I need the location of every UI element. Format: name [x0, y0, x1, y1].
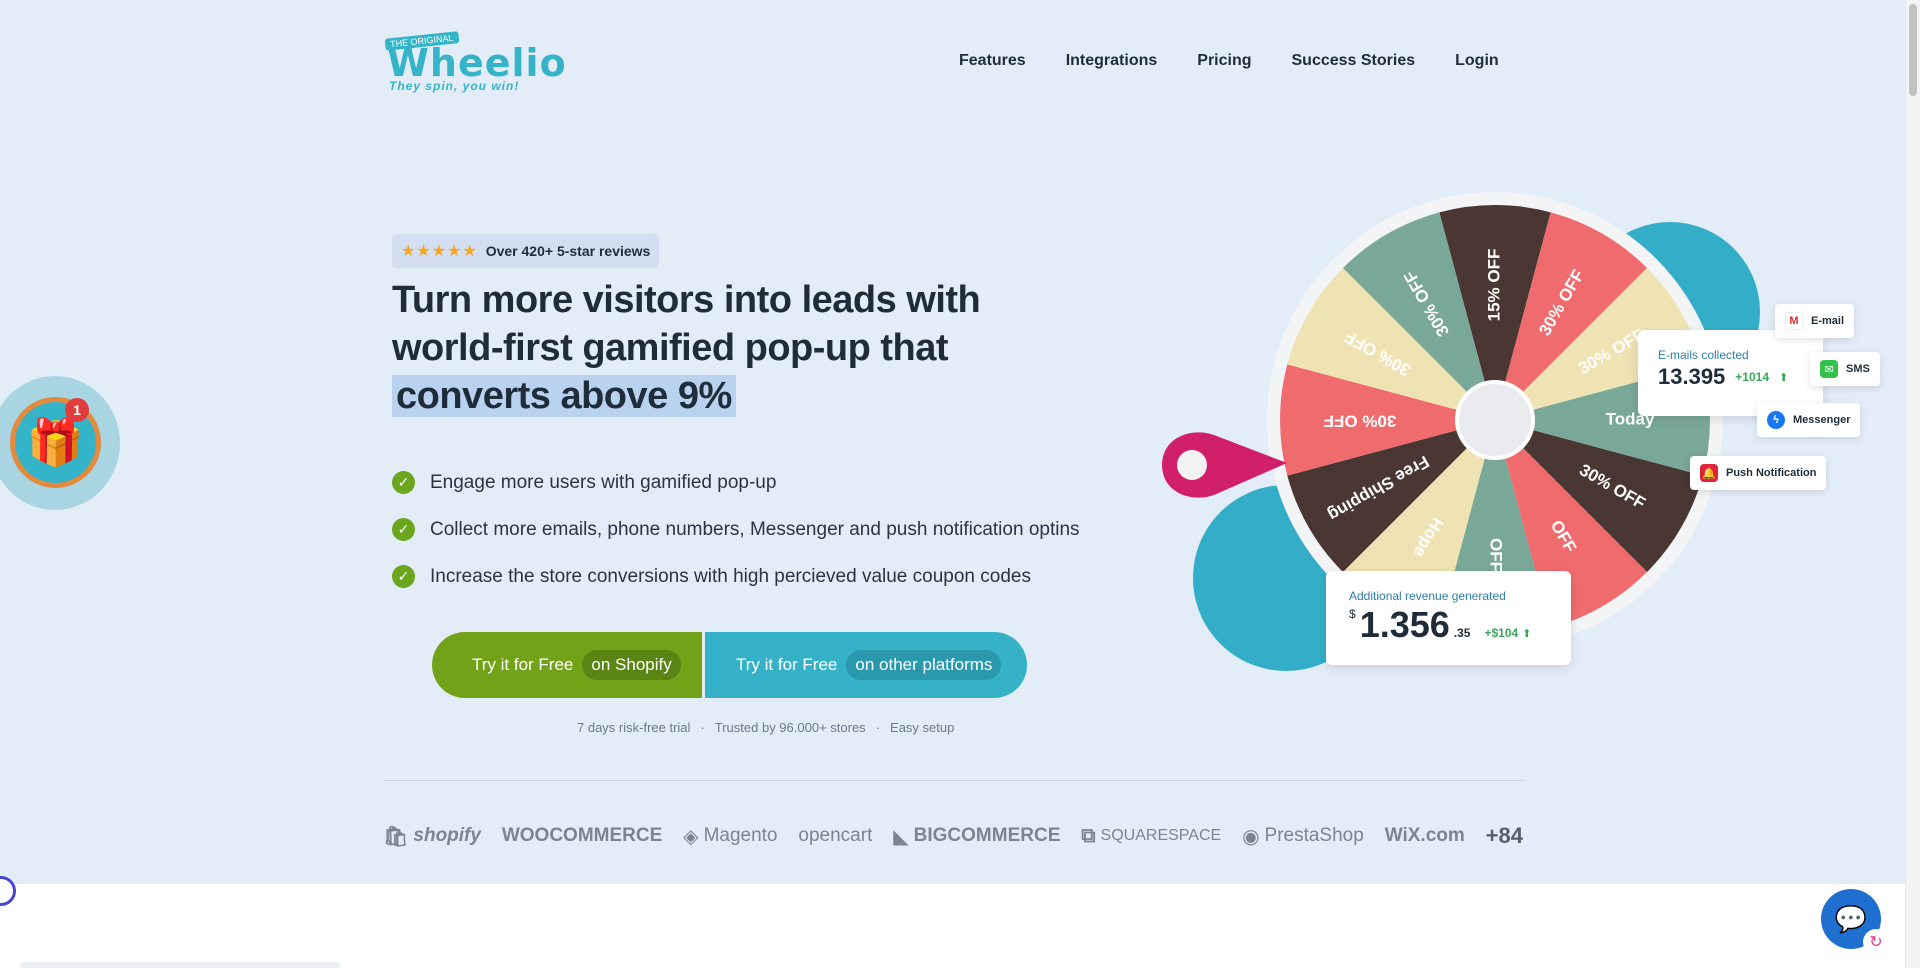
- headline-main: Turn more visitors into leads with world…: [392, 279, 981, 369]
- wheel-segment-label: 15% OFF: [1484, 249, 1503, 322]
- wheel-hub: [1455, 380, 1535, 460]
- revenue-cents: .35: [1453, 626, 1471, 640]
- logo-slogan: They spin, you win!: [389, 79, 520, 93]
- platform-logos: 🛍 shopify WOOCOMMERCE ◈ Magento opencart ◣…: [383, 823, 1523, 849]
- squarespace-logo: ⧉ SQUARESPACE: [1081, 824, 1222, 847]
- bigcommerce-icon: ◣: [893, 825, 909, 848]
- revenue-card: Additional revenue generated $ 1.356 .35…: [1326, 571, 1571, 665]
- trust-stores: Trusted by 96.000+ stores: [714, 720, 866, 735]
- nav-login[interactable]: Login: [1455, 52, 1499, 70]
- hero-section: THE ORIGINAL Wheelio They spin, you win!…: [0, 0, 1905, 884]
- wheel-pointer: [1162, 432, 1287, 498]
- benefit-text: Increase the store conversions with high…: [430, 565, 1031, 587]
- cta-pill: on other platforms: [846, 650, 1002, 680]
- prestashop-logo: ◉ PrestaShop: [1242, 825, 1364, 848]
- benefit-item: ✓ Collect more emails, phone numbers, Mes…: [392, 506, 1080, 553]
- try-free-shopify-button[interactable]: Try it for Free on Shopify: [432, 632, 702, 698]
- trust-trial: 7 days risk-free trial: [577, 720, 691, 735]
- chat-icon: 💬: [1834, 903, 1868, 934]
- magento-logo: ◈ Magento: [683, 825, 778, 848]
- trust-line: 7 days risk-free trial · Trusted by 96.0…: [577, 720, 954, 735]
- check-icon: ✓: [392, 565, 415, 588]
- wheel-illustration: 15% OFF 30% OFF 30% OFF Today 30% OFF OFF OFF H…: [1160, 180, 1900, 700]
- nav-integrations[interactable]: Integrations: [1066, 52, 1158, 70]
- messenger-icon: ϟ: [1767, 411, 1785, 429]
- headline-highlight: converts above 9%: [392, 375, 736, 417]
- wheelio-logo[interactable]: THE ORIGINAL Wheelio They spin, you win!: [383, 31, 566, 94]
- wix-logo: WiX.com: [1384, 825, 1465, 846]
- channel-label: Push Notification: [1726, 467, 1817, 479]
- trust-sep: ·: [700, 720, 705, 735]
- prestashop-icon: ◉: [1242, 825, 1260, 848]
- trust-sep: ·: [875, 720, 881, 735]
- cta-pill: on Shopify: [582, 650, 681, 680]
- check-icon: ✓: [392, 471, 415, 494]
- channel-label: E-mail: [1811, 315, 1845, 327]
- chat-button[interactable]: 💬 ↻: [1821, 889, 1889, 955]
- opencart-logo: opencart: [798, 825, 873, 846]
- nav-pricing[interactable]: Pricing: [1197, 52, 1251, 70]
- revenue-value: 1.356: [1359, 604, 1450, 645]
- bell-icon: 🔔: [1700, 464, 1718, 482]
- bigcommerce-logo: ◣ BIGCOMMERCE: [893, 825, 1061, 848]
- magento-icon: ◈: [683, 825, 699, 848]
- benefit-list: ✓ Engage more users with gamified pop-up …: [392, 459, 1080, 600]
- gift-notification-badge: 1: [65, 398, 89, 422]
- hero-headline: Turn more visitors into leads with world…: [392, 276, 1012, 420]
- channel-messenger-chip: ϟ Messenger: [1757, 403, 1861, 437]
- wheel-segment-label: OFF: [1487, 538, 1506, 572]
- wheel-segment-label: 30% OFF: [1324, 412, 1397, 431]
- cta-label: Try it for Free: [472, 655, 574, 674]
- more-platforms-count: +84: [1485, 823, 1523, 848]
- check-icon: ✓: [392, 518, 415, 541]
- scrollbar-thumb[interactable]: [1909, 4, 1917, 96]
- trust-setup: Easy setup: [890, 720, 955, 735]
- star-icons: ★★★★★: [401, 243, 478, 260]
- channel-sms-chip: ✉ SMS: [1810, 352, 1880, 386]
- channel-push-chip: 🔔 Push Notification: [1690, 456, 1827, 490]
- recaptcha-icon: ↻: [1863, 929, 1889, 955]
- section-divider: [383, 780, 1523, 781]
- channel-label: Messenger: [1793, 414, 1851, 426]
- squarespace-icon: ⧉: [1081, 824, 1096, 847]
- trend-up-icon: ⬆: [1779, 371, 1789, 384]
- benefit-text: Collect more emails, phone numbers, Mess…: [430, 518, 1080, 540]
- page-scrollbar[interactable]: [1905, 0, 1920, 968]
- reviews-badge: ★★★★★ Over 420+ 5-star reviews: [392, 234, 660, 268]
- shopify-bag-icon: 🛍: [383, 825, 409, 848]
- woocommerce-logo: WOOCOMMERCE: [501, 825, 663, 846]
- shopify-logo: 🛍 shopify: [383, 825, 481, 848]
- sms-icon: ✉: [1820, 360, 1838, 378]
- emails-collected-label: E-mails collected: [1658, 348, 1749, 362]
- trend-up-icon: ⬆: [1522, 628, 1532, 640]
- revenue-label: Additional revenue generated: [1349, 589, 1506, 603]
- emails-collected-value: 13.395: [1658, 364, 1726, 389]
- main-nav: Features Integrations Pricing Success St…: [959, 52, 1499, 70]
- gmail-icon: M: [1785, 312, 1803, 330]
- benefit-item: ✓ Engage more users with gamified pop-up: [392, 459, 1080, 506]
- emails-collected-delta: +1014: [1735, 370, 1769, 384]
- revenue-delta: +$104: [1484, 626, 1519, 640]
- reviews-text: Over 420+ 5-star reviews: [485, 243, 651, 259]
- benefit-text: Engage more users with gamified pop-up: [430, 471, 777, 493]
- nav-features[interactable]: Features: [959, 52, 1026, 70]
- channel-label: SMS: [1846, 363, 1870, 375]
- revenue-currency: $: [1349, 607, 1356, 621]
- nav-success-stories[interactable]: Success Stories: [1292, 52, 1416, 70]
- try-free-other-platforms-button[interactable]: Try it for Free on other platforms: [705, 632, 1027, 698]
- benefit-item: ✓ Increase the store conversions with hig…: [392, 553, 1080, 600]
- cta-label: Try it for Free: [736, 655, 838, 674]
- channel-email-chip: M E-mail: [1775, 304, 1855, 338]
- bottom-popup-edge: [20, 962, 340, 968]
